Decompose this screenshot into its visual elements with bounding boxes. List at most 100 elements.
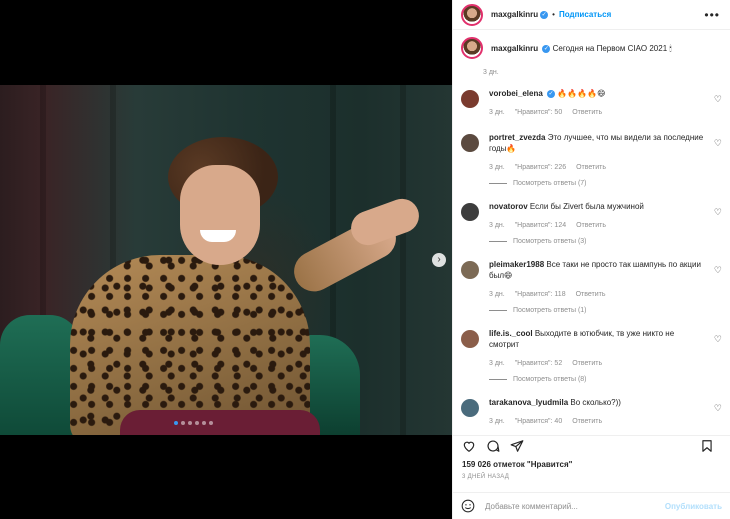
view-replies-label[interactable]: Посмотреть ответы (3) bbox=[513, 238, 587, 245]
comment-input[interactable] bbox=[485, 501, 665, 511]
commenter-username[interactable]: vorobei_elena bbox=[489, 89, 543, 98]
reply-button[interactable]: Ответить bbox=[576, 222, 606, 229]
replies-line bbox=[489, 310, 507, 311]
reply-button[interactable]: Ответить bbox=[576, 291, 606, 298]
follow-button[interactable]: Подписаться bbox=[559, 10, 611, 19]
comment-time: 3 дн. bbox=[489, 109, 505, 116]
commenter-avatar[interactable] bbox=[461, 203, 479, 221]
reply-button[interactable]: Ответить bbox=[572, 418, 602, 425]
verified-icon: ✓ bbox=[540, 10, 549, 19]
author-avatar[interactable] bbox=[461, 3, 483, 26]
commenter-avatar[interactable] bbox=[461, 330, 479, 348]
publish-button[interactable]: Опубликовать bbox=[665, 502, 722, 511]
view-replies-button[interactable]: Посмотреть ответы (3) bbox=[489, 238, 722, 245]
post-actions-bar bbox=[453, 435, 730, 455]
reply-button[interactable]: Ответить bbox=[576, 164, 606, 171]
comment-text: Если бы Zivert была мужчиной bbox=[529, 202, 644, 211]
commenter-avatar[interactable] bbox=[461, 399, 479, 417]
commenter-username[interactable]: portret_zvezda bbox=[489, 133, 545, 142]
comment-text: 🔥🔥🔥🔥😄 bbox=[557, 89, 606, 98]
commenter-avatar[interactable] bbox=[461, 90, 479, 108]
comment-item: novatorov Если бы Zivert была мужчиной 3… bbox=[461, 201, 722, 231]
bookmark-icon[interactable] bbox=[700, 439, 714, 453]
post-side-panel: maxgalkinru ✓ • Подписаться ••• maxgalki… bbox=[452, 0, 730, 519]
carousel-dot bbox=[202, 421, 206, 425]
share-icon[interactable] bbox=[510, 439, 524, 453]
comment-item: life.is._cool Выходите в ютюбчик, тв уже… bbox=[461, 328, 722, 369]
view-replies-button[interactable]: Посмотреть ответы (8) bbox=[489, 376, 722, 383]
commenter-username[interactable]: tarakanova_lyudmila bbox=[489, 398, 568, 407]
heart-icon[interactable]: ♡ bbox=[714, 265, 722, 276]
post-media: › bbox=[0, 0, 452, 519]
comment-likes[interactable]: "Нравится": 40 bbox=[515, 418, 563, 425]
heart-icon[interactable]: ♡ bbox=[714, 207, 722, 218]
heart-icon[interactable]: ♡ bbox=[714, 334, 722, 345]
caption-time: 3 дн. bbox=[483, 69, 499, 76]
comment-likes[interactable]: "Нравится": 226 bbox=[515, 164, 566, 171]
replies-line bbox=[489, 379, 507, 380]
comments-list[interactable]: maxgalkinru ✓ Сегодня на Первом CIAO 202… bbox=[453, 31, 730, 431]
author-username[interactable]: maxgalkinru bbox=[491, 10, 538, 19]
curtain-fold bbox=[400, 85, 406, 435]
comment-time: 3 дн. bbox=[489, 360, 505, 367]
post-header: maxgalkinru ✓ • Подписаться ••• bbox=[453, 0, 730, 30]
pants bbox=[120, 410, 320, 435]
carousel-dot bbox=[181, 421, 185, 425]
comment-item: pleimaker1988 Все таки не просто так шам… bbox=[461, 259, 722, 300]
face bbox=[180, 165, 260, 265]
next-slide-button[interactable]: › bbox=[432, 253, 446, 267]
heart-icon[interactable]: ♡ bbox=[714, 94, 722, 105]
caption-text: Сегодня на Первом CIAO 2021 🕯 bbox=[552, 44, 672, 53]
commenter-username[interactable]: life.is._cool bbox=[489, 329, 533, 338]
comment-time: 3 дн. bbox=[489, 291, 505, 298]
commenter-username[interactable]: novatorov bbox=[489, 202, 528, 211]
separator-dot: • bbox=[552, 10, 555, 19]
view-replies-label[interactable]: Посмотреть ответы (7) bbox=[513, 180, 587, 187]
verified-icon: ✓ bbox=[547, 89, 556, 98]
verified-icon: ✓ bbox=[542, 44, 551, 53]
comment-likes[interactable]: "Нравится": 124 bbox=[515, 222, 566, 229]
commenter-avatar[interactable] bbox=[461, 134, 479, 152]
heart-icon[interactable]: ♡ bbox=[714, 403, 722, 414]
reply-button[interactable]: Ответить bbox=[572, 109, 602, 116]
comment-time: 3 дн. bbox=[489, 164, 505, 171]
comment-likes[interactable]: "Нравится": 118 bbox=[515, 291, 566, 298]
likes-count[interactable]: 159 026 отметок "Нравится" bbox=[462, 460, 572, 469]
leopard-shirt bbox=[70, 255, 310, 435]
view-replies-button[interactable]: Посмотреть ответы (1) bbox=[489, 307, 722, 314]
carousel-dot bbox=[188, 421, 192, 425]
comment-time: 3 дн. bbox=[489, 222, 505, 229]
commenter-avatar[interactable] bbox=[461, 261, 479, 279]
post-caption: maxgalkinru ✓ Сегодня на Первом CIAO 202… bbox=[461, 37, 722, 76]
emoji-icon[interactable] bbox=[461, 499, 475, 513]
comment-icon[interactable] bbox=[486, 439, 500, 453]
comment-item: tarakanova_lyudmila Во сколько?)) 3 дн. … bbox=[461, 397, 722, 427]
carousel-dot bbox=[195, 421, 199, 425]
post-date: 3 ДНЕЙ НАЗАД bbox=[462, 474, 510, 480]
replies-line bbox=[489, 183, 507, 184]
comment-item: vorobei_elena ✓ 🔥🔥🔥🔥😄 3 дн. "Нравится": … bbox=[461, 88, 722, 118]
commenter-username[interactable]: pleimaker1988 bbox=[489, 260, 544, 269]
heart-icon[interactable] bbox=[462, 439, 476, 453]
comment-item: portret_zvezda Это лучшее, что мы видели… bbox=[461, 132, 722, 173]
reply-button[interactable]: Ответить bbox=[572, 360, 602, 367]
post-photo[interactable] bbox=[0, 85, 452, 435]
carousel-indicators bbox=[174, 421, 213, 425]
replies-line bbox=[489, 241, 507, 242]
view-replies-label[interactable]: Посмотреть ответы (8) bbox=[513, 376, 587, 383]
view-replies-label[interactable]: Посмотреть ответы (1) bbox=[513, 307, 587, 314]
chair-left bbox=[0, 315, 80, 435]
carousel-dot bbox=[174, 421, 178, 425]
carousel-dot bbox=[209, 421, 213, 425]
comment-likes[interactable]: "Нравится": 50 bbox=[515, 109, 563, 116]
comment-text: Во сколько?)) bbox=[570, 398, 621, 407]
author-avatar[interactable] bbox=[461, 37, 483, 59]
heart-icon[interactable]: ♡ bbox=[714, 138, 722, 149]
caption-username[interactable]: maxgalkinru bbox=[491, 44, 538, 53]
view-replies-button[interactable]: Посмотреть ответы (7) bbox=[489, 180, 722, 187]
comment-likes[interactable]: "Нравится": 52 bbox=[515, 360, 563, 367]
comment-time: 3 дн. bbox=[489, 418, 505, 425]
add-comment-bar: Опубликовать bbox=[453, 492, 730, 519]
more-options-icon[interactable]: ••• bbox=[704, 8, 720, 22]
chevron-right-icon: › bbox=[437, 254, 441, 265]
